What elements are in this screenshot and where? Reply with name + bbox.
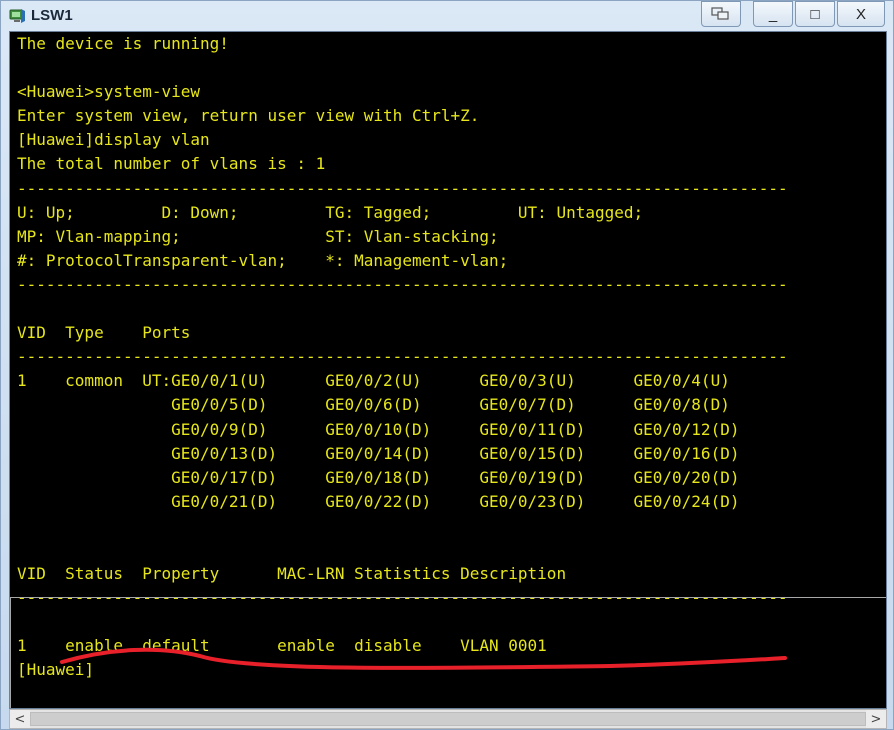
terminal-line: ----------------------------------------… xyxy=(17,347,788,367)
terminal-text[interactable]: The device is running! <Huawei>system-vi… xyxy=(17,32,788,683)
terminal-line: <Huawei>system-view xyxy=(17,82,201,102)
terminal-line: #: ProtocolTransparent-vlan; *: Manageme… xyxy=(17,250,509,270)
terminal-line: ----------------------------------------… xyxy=(17,588,788,608)
close-button[interactable]: X xyxy=(837,1,885,27)
scroll-track[interactable] xyxy=(30,710,866,728)
scroll-left-button[interactable]: < xyxy=(10,710,30,728)
close-icon: X xyxy=(855,5,866,23)
terminal-line: ----------------------------------------… xyxy=(17,178,788,198)
terminal-line: The device is running! xyxy=(17,34,229,53)
restore-button[interactable] xyxy=(701,1,741,27)
chevron-right-icon: > xyxy=(870,711,882,727)
terminal-output-area[interactable]: The device is running! <Huawei>system-vi… xyxy=(9,31,887,709)
maximize-button[interactable]: □ xyxy=(795,1,835,27)
title-bar[interactable]: LSW1 _ □ X xyxy=(1,1,893,31)
terminal-line: GE0/0/13(D) GE0/0/14(D) GE0/0/15(D) GE0/… xyxy=(17,443,740,463)
scroll-thumb[interactable] xyxy=(30,712,866,726)
window-title: LSW1 xyxy=(31,7,73,24)
window-restore-icon xyxy=(711,7,729,20)
terminal-line: Enter system view, return user view with… xyxy=(17,106,480,126)
red-underline-annotation xyxy=(60,647,787,670)
minimize-button[interactable]: _ xyxy=(753,1,793,27)
chevron-left-icon: < xyxy=(14,711,26,727)
computer-screen-icon xyxy=(9,9,25,23)
terminal-line: GE0/0/17(D) GE0/0/18(D) GE0/0/19(D) GE0/… xyxy=(17,467,740,487)
scroll-right-button[interactable]: > xyxy=(866,710,886,728)
maximize-icon: □ xyxy=(810,5,820,23)
terminal-line: VID Type Ports xyxy=(17,323,191,343)
horizontal-scrollbar[interactable]: < > xyxy=(9,709,887,729)
terminal-line: U: Up; D: Down; TG: Tagged; UT: Untagged… xyxy=(17,202,644,222)
terminal-line: ----------------------------------------… xyxy=(17,274,788,294)
terminal-line: The total number of vlans is : 1 xyxy=(17,154,326,174)
terminal-line: MP: Vlan-mapping; ST: Vlan-stacking; xyxy=(17,226,499,246)
terminal-line: GE0/0/5(D) GE0/0/6(D) GE0/0/7(D) GE0/0/8… xyxy=(17,395,730,415)
terminal-line: GE0/0/9(D) GE0/0/10(D) GE0/0/11(D) GE0/0… xyxy=(17,419,740,439)
terminal-line: VID Status Property MAC-LRN Statistics D… xyxy=(17,564,567,584)
terminal-window: LSW1 _ □ X The device is running! <Huawe… xyxy=(0,0,894,730)
terminal-line: GE0/0/21(D) GE0/0/22(D) GE0/0/23(D) GE0/… xyxy=(17,491,740,511)
terminal-line: 1 common UT:GE0/0/1(U) GE0/0/2(U) GE0/0/… xyxy=(17,371,730,391)
minimize-icon: _ xyxy=(768,5,778,23)
terminal-line: [Huawei]display vlan xyxy=(17,130,210,150)
